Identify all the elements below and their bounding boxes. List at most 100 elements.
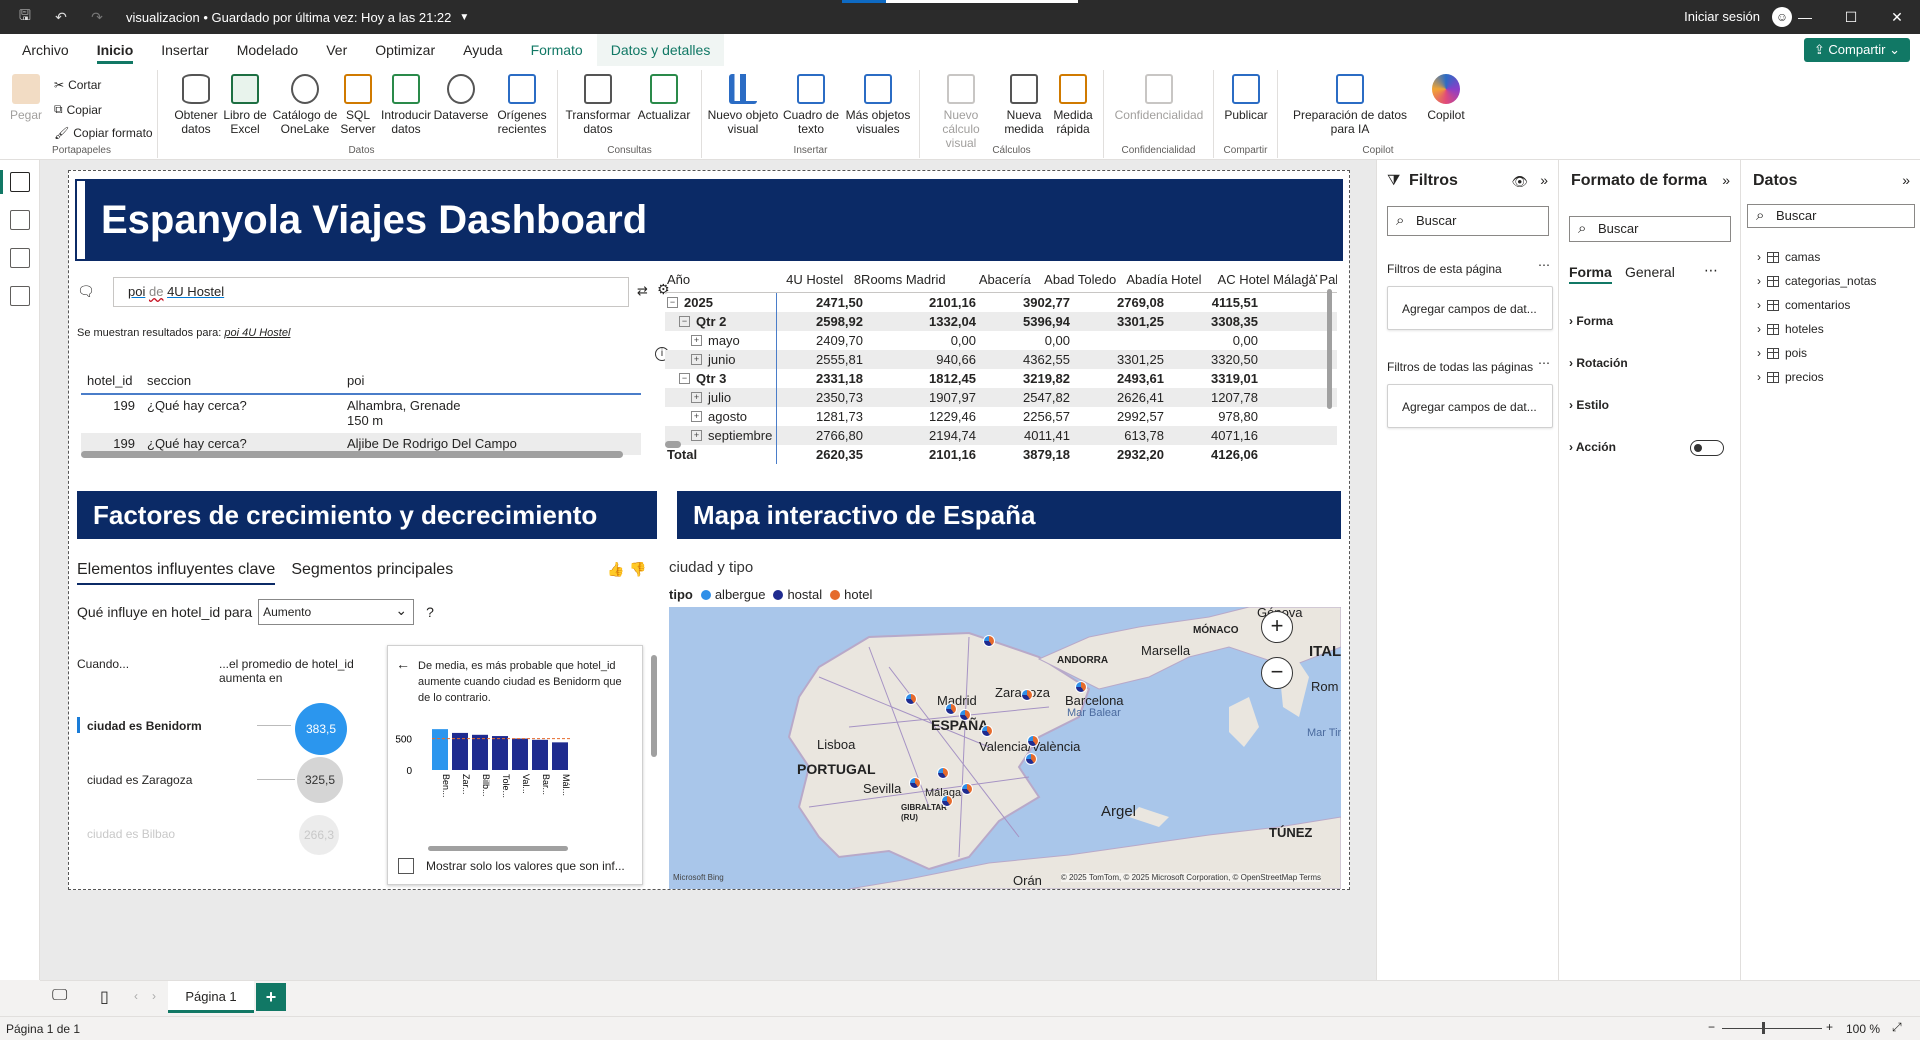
legend-item[interactable]: albergue <box>715 587 766 602</box>
all-pages-drop[interactable]: Agregar campos de dat... <box>1387 384 1553 428</box>
chart-bar[interactable] <box>532 739 548 770</box>
dataverse-button[interactable]: Dataverse <box>432 74 490 122</box>
ki-item-label[interactable]: ciudad es Benidorm <box>87 719 202 733</box>
map-pin[interactable] <box>1025 753 1037 765</box>
matrix-row[interactable]: + mayo 2409,70 0,00 0,00 0,00 <box>665 331 1337 350</box>
chevron-right-icon[interactable]: › <box>1757 322 1761 336</box>
report-page[interactable]: Espanyola Viajes Dashboard 🗨 poi de 4U H… <box>68 170 1350 890</box>
comment-icon[interactable]: 🗨 <box>77 283 95 300</box>
tab-optimizar[interactable]: Optimizar <box>361 34 449 66</box>
matrix-header-cell[interactable]: 8Rooms Madrid <box>851 272 953 287</box>
more-options-icon[interactable]: ⋯ <box>1538 258 1550 272</box>
chart-bar[interactable] <box>552 742 568 770</box>
chevron-right-icon[interactable]: › <box>1757 250 1761 264</box>
data-table-item[interactable]: › camas <box>1757 250 1820 264</box>
qna-input[interactable]: poi de 4U Hostel <box>113 277 629 307</box>
mobile-layout-icon[interactable]: ▯ <box>100 987 109 1007</box>
tab-modelado[interactable]: Modelado <box>223 34 313 66</box>
desktop-layout-icon[interactable]: 🖵 <box>52 987 67 1005</box>
table-view-icon[interactable] <box>10 210 30 230</box>
redo-icon[interactable]: ↷ <box>86 6 108 28</box>
chart-bar[interactable] <box>472 734 488 770</box>
new-measure-button[interactable]: Nueva medida <box>1000 74 1048 136</box>
prep-ai-button[interactable]: Preparación de datos para IA <box>1282 74 1418 136</box>
matrix-header-cell[interactable]: Abad Toledo <box>1039 272 1124 287</box>
data-table-item[interactable]: › precios <box>1757 370 1824 384</box>
document-title[interactable]: visualizacion • Guardado por última vez:… <box>126 10 451 25</box>
tab-ver[interactable]: Ver <box>312 34 361 66</box>
more-options-icon[interactable]: ⋯ <box>1305 267 1319 284</box>
thumbs-down-icon[interactable]: 👎 <box>629 561 646 578</box>
data-table-item[interactable]: › pois <box>1757 346 1807 360</box>
save-icon[interactable]: 🖫 <box>14 6 36 28</box>
ki-item-label[interactable]: ciudad es Zaragoza <box>87 773 192 787</box>
format-section-accion[interactable]: › Acción <box>1569 440 1616 454</box>
tab-inicio[interactable]: Inicio <box>83 34 148 66</box>
dax-query-view-icon[interactable] <box>10 286 30 306</box>
chart-bar[interactable] <box>512 738 528 770</box>
matrix-header-cell[interactable]: Abacería <box>954 272 1039 287</box>
show-only-checkbox[interactable] <box>398 858 414 874</box>
collapse-icon[interactable]: − <box>667 297 678 308</box>
map-pin[interactable] <box>945 703 957 715</box>
copy-button[interactable]: ⧉ Copiar <box>54 102 102 117</box>
format-painter-button[interactable]: 🖌 Copiar formato <box>54 126 153 140</box>
more-options-icon[interactable]: ⋯ <box>1704 262 1718 279</box>
get-data-button[interactable]: Obtener datos <box>172 74 220 136</box>
recent-sources-button[interactable]: Orígenes recientes <box>492 74 552 136</box>
onelake-button[interactable]: Catálogo de OneLake <box>270 74 340 136</box>
zoom-level[interactable]: 100 % <box>1846 1022 1880 1036</box>
matrix-hscroll[interactable] <box>665 441 681 448</box>
dashboard-title[interactable]: Espanyola Viajes Dashboard <box>77 181 1341 259</box>
close-icon[interactable]: ✕ <box>1874 0 1920 34</box>
matrix-header-cell[interactable]: 4U Hostel <box>766 272 851 287</box>
chevron-right-icon[interactable]: › <box>1757 274 1761 288</box>
format-section-estilo[interactable]: › Estilo <box>1569 398 1609 412</box>
map-pin[interactable] <box>941 795 953 807</box>
matrix-row[interactable]: − Qtr 3 2331,18 1812,45 3219,82 2493,61 3319,0… <box>665 369 1337 388</box>
filters-search-input[interactable]: Buscar <box>1387 206 1549 236</box>
prev-page-icon[interactable]: ‹ <box>134 989 138 1003</box>
more-visuals-button[interactable]: Más objetos visuales <box>842 74 914 136</box>
more-options-icon[interactable]: ⋯ <box>1538 356 1550 370</box>
map-pin[interactable] <box>937 767 949 779</box>
matrix-row[interactable]: + septiembre 2766,80 2194,74 4011,41 613,78 40… <box>665 426 1337 445</box>
spain-map[interactable]: Madrid ESPAÑA Zaragoza Barcelona Marsell… <box>669 607 1341 889</box>
add-page-button[interactable]: + <box>256 983 286 1011</box>
data-search-input[interactable]: Buscar <box>1747 204 1915 228</box>
model-view-icon[interactable] <box>10 248 30 268</box>
page-tab[interactable]: Página 1 <box>168 981 254 1013</box>
tab-top-segments[interactable]: Segmentos principales <box>291 561 453 585</box>
chevron-down-icon[interactable]: ▼ <box>459 12 469 23</box>
format-section-forma[interactable]: › Forma <box>1569 314 1613 328</box>
ki-item-label[interactable]: ciudad es Bilbao <box>87 827 175 841</box>
ki-direction-select[interactable]: Aumento <box>258 598 415 625</box>
zoom-in-icon[interactable]: + <box>1826 1020 1833 1034</box>
matrix-row[interactable]: + julio 2350,73 1907,97 2547,82 2626,41 1207,7… <box>665 388 1337 407</box>
action-toggle[interactable] <box>1690 440 1724 456</box>
tab-ayuda[interactable]: Ayuda <box>449 34 516 66</box>
zoom-in-button[interactable]: + <box>1261 611 1293 643</box>
map-attribution[interactable]: © 2025 TomTom, © 2025 Microsoft Corporat… <box>1060 873 1321 882</box>
matrix-scrollbar[interactable] <box>1327 289 1332 409</box>
table-row[interactable]: 199 ¿Qué hay cerca? Alhambra, Grenade 150… <box>81 395 641 433</box>
fit-page-icon[interactable]: ⤢ <box>1892 1020 1902 1035</box>
ki-bubble[interactable]: 266,3 <box>299 815 339 855</box>
undo-icon[interactable]: ↶ <box>50 6 72 28</box>
new-calc-button[interactable]: Nuevo cálculo visual <box>926 74 996 150</box>
tab-key-influencers[interactable]: Elementos influyentes clave <box>77 561 276 585</box>
enter-data-button[interactable]: Introducir datos <box>378 74 434 136</box>
matrix-header-cell[interactable]: Año <box>665 267 766 292</box>
expand-icon[interactable]: + <box>691 392 702 403</box>
matrix-row[interactable]: + agosto 1281,73 1229,46 2256,57 2992,57 978,8… <box>665 407 1337 426</box>
signin-button[interactable]: Iniciar sesión <box>1684 9 1760 24</box>
chart-bar[interactable] <box>492 736 508 770</box>
legend-item[interactable]: hotel <box>844 587 872 602</box>
map-pin[interactable] <box>983 635 995 647</box>
excel-button[interactable]: Libro de Excel <box>222 74 268 136</box>
data-table-item[interactable]: › categorias_notas <box>1757 274 1876 288</box>
chevron-right-icon[interactable]: › <box>1757 346 1761 360</box>
zoom-out-button[interactable]: − <box>1261 657 1293 689</box>
copilot-button[interactable]: Copilot <box>1418 74 1474 122</box>
zoom-out-icon[interactable]: − <box>1708 1020 1715 1034</box>
